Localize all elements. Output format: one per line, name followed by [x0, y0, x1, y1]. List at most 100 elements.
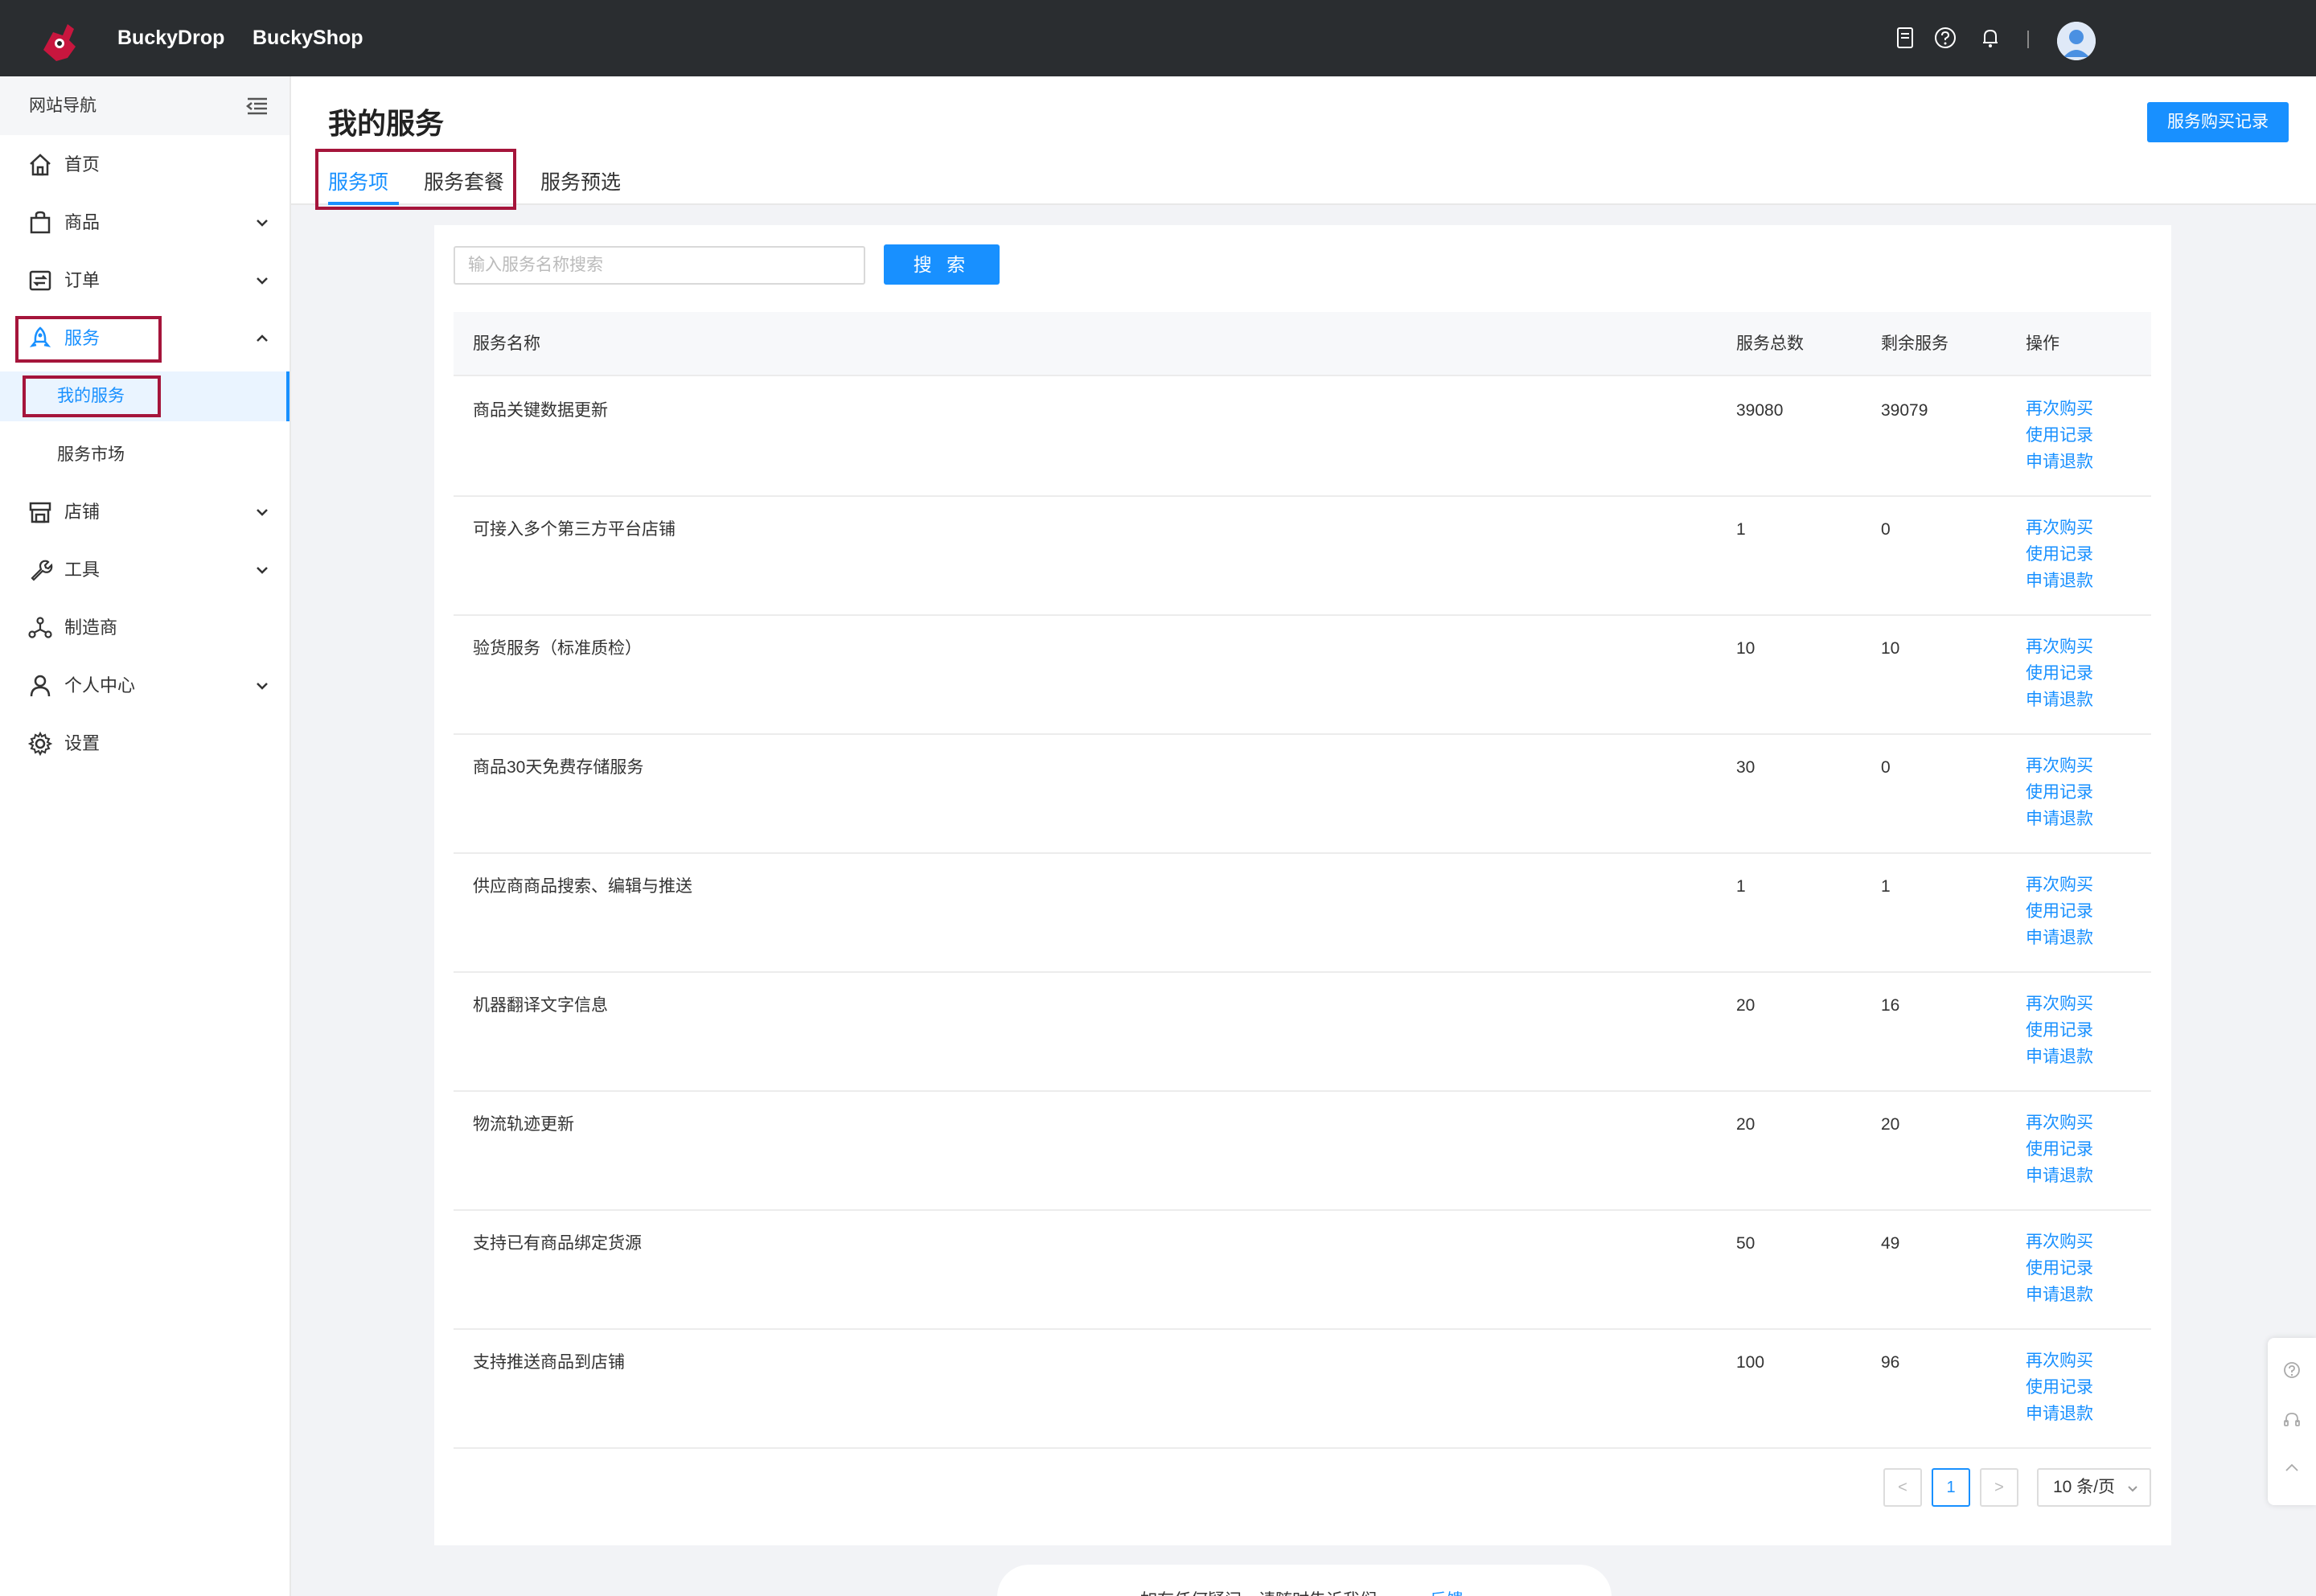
sidebar-item-tools[interactable]: 工具: [0, 541, 290, 599]
store-icon: [29, 502, 51, 523]
headset-icon[interactable]: [2282, 1410, 2302, 1430]
table-row: 验货服务（标准质检） 10 10 再次购买 使用记录 申请退款: [454, 616, 2151, 735]
rebuy-link[interactable]: 再次购买: [2026, 1348, 2093, 1374]
rebuy-link[interactable]: 再次购买: [2026, 1110, 2093, 1136]
page-1-button[interactable]: 1: [1932, 1468, 1970, 1507]
service-total: 30: [1736, 758, 1755, 777]
sidebar-item-profile[interactable]: 个人中心: [0, 657, 290, 715]
service-remaining: 16: [1881, 996, 1900, 1015]
search-button[interactable]: 搜 索: [884, 244, 1000, 285]
sidebar-item-label: 店铺: [64, 502, 101, 522]
tab-service-preselect[interactable]: 服务预选: [540, 166, 621, 199]
usage-record-link[interactable]: 使用记录: [2026, 1136, 2093, 1163]
table-row: 支持推送商品到店铺 100 96 再次购买 使用记录 申请退款: [454, 1330, 2151, 1449]
service-total: 50: [1736, 1234, 1755, 1253]
brand-buckydrop-link[interactable]: BuckyDrop: [117, 0, 224, 76]
prev-page-button[interactable]: <: [1883, 1468, 1922, 1507]
pagination: < 1 > 10 条/页: [434, 1468, 2171, 1507]
service-total: 20: [1736, 1115, 1755, 1134]
rebuy-link[interactable]: 再次购买: [2026, 396, 2093, 422]
row-actions: 再次购买 使用记录 申请退款: [2026, 753, 2093, 832]
chevron-down-icon: [257, 683, 268, 690]
usage-record-link[interactable]: 使用记录: [2026, 660, 2093, 687]
next-page-button[interactable]: >: [1980, 1468, 2018, 1507]
service-name: 商品30天免费存储服务: [473, 758, 644, 777]
service-remaining: 1: [1881, 877, 1891, 896]
sidebar-item-manufacturer[interactable]: 制造商: [0, 599, 290, 657]
rebuy-link[interactable]: 再次购买: [2026, 872, 2093, 898]
service-name: 供应商商品搜索、编辑与推送: [473, 877, 692, 896]
refund-link[interactable]: 申请退款: [2026, 1401, 2093, 1427]
feedback-bar: 如有任何疑问，请随时告诉我们 反馈: [997, 1565, 1612, 1596]
refund-link[interactable]: 申请退款: [2026, 925, 2093, 951]
refund-link[interactable]: 申请退款: [2026, 1163, 2093, 1189]
service-remaining: 96: [1881, 1353, 1900, 1372]
service-name: 商品关键数据更新: [473, 401, 608, 420]
rebuy-link[interactable]: 再次购买: [2026, 515, 2093, 541]
sidebar-item-home[interactable]: 首页: [0, 136, 290, 194]
service-search-input[interactable]: [454, 246, 865, 285]
chevron-up-icon[interactable]: [2282, 1459, 2302, 1478]
highlight-box-services: [15, 316, 162, 363]
column-header: 服务名称: [473, 334, 540, 353]
usage-record-link[interactable]: 使用记录: [2026, 1374, 2093, 1401]
wrench-icon: [31, 560, 53, 581]
service-remaining: 0: [1881, 520, 1891, 539]
help-icon[interactable]: [1933, 26, 1957, 50]
user-avatar[interactable]: [2057, 22, 2096, 60]
table-row: 机器翻译文字信息 20 16 再次购买 使用记录 申请退款: [454, 973, 2151, 1092]
bag-icon: [30, 211, 51, 234]
page-header: 我的服务 服务购买记录 服务项 服务套餐 服务预选: [291, 76, 2316, 210]
sidebar-item-orders[interactable]: 订单: [0, 252, 290, 310]
service-total: 1: [1736, 520, 1746, 539]
sidebar-header-label: 网站导航: [29, 96, 96, 115]
row-actions: 再次购买 使用记录 申请退款: [2026, 1348, 2093, 1427]
page-size-select[interactable]: 10 条/页: [2037, 1468, 2151, 1507]
rebuy-link[interactable]: 再次购买: [2026, 991, 2093, 1017]
sidebar-item-store[interactable]: 店铺: [0, 483, 290, 541]
service-total: 100: [1736, 1353, 1765, 1372]
help-icon[interactable]: [2282, 1360, 2302, 1380]
service-name: 支持推送商品到店铺: [473, 1353, 625, 1372]
service-total: 39080: [1736, 401, 1784, 420]
table-row: 物流轨迹更新 20 20 再次购买 使用记录 申请退款: [454, 1092, 2151, 1211]
sidebar-subitem-label: 服务市场: [57, 445, 125, 464]
refund-link[interactable]: 申请退款: [2026, 449, 2093, 475]
usage-record-link[interactable]: 使用记录: [2026, 779, 2093, 806]
usage-record-link[interactable]: 使用记录: [2026, 541, 2093, 568]
document-icon[interactable]: [1893, 26, 1917, 50]
service-remaining: 0: [1881, 758, 1891, 777]
table-row: 可接入多个第三方平台店铺 1 0 再次购买 使用记录 申请退款: [454, 497, 2151, 616]
usage-record-link[interactable]: 使用记录: [2026, 1017, 2093, 1044]
sidebar-item-settings[interactable]: 设置: [0, 715, 290, 773]
chevron-down-icon: [257, 567, 268, 574]
usage-record-link[interactable]: 使用记录: [2026, 1255, 2093, 1282]
usage-record-link[interactable]: 使用记录: [2026, 422, 2093, 449]
refund-link[interactable]: 申请退款: [2026, 806, 2093, 832]
table-row: 商品30天免费存储服务 30 0 再次购买 使用记录 申请退款: [454, 735, 2151, 854]
service-purchase-record-button[interactable]: 服务购买记录: [2147, 102, 2289, 142]
home-icon: [30, 154, 51, 176]
rebuy-link[interactable]: 再次购买: [2026, 1229, 2093, 1255]
row-actions: 再次购买 使用记录 申请退款: [2026, 1110, 2093, 1189]
usage-record-link[interactable]: 使用记录: [2026, 898, 2093, 925]
feedback-link[interactable]: 反馈: [1430, 1587, 1464, 1596]
sidebar-item-label: 设置: [64, 733, 101, 753]
sidebar: 网站导航 首页 商品 订单 服务 我的服务 服务市场 店铺 工具 制造商 个人中…: [0, 76, 291, 1596]
refund-link[interactable]: 申请退款: [2026, 1282, 2093, 1308]
page-size-value: 10 条/页: [2053, 1478, 2116, 1496]
collapse-menu-icon[interactable]: [244, 94, 270, 118]
chevron-down-icon: [2128, 1486, 2137, 1492]
refund-link[interactable]: 申请退款: [2026, 1044, 2093, 1070]
bell-icon[interactable]: [1978, 26, 2002, 50]
rebuy-link[interactable]: 再次购买: [2026, 634, 2093, 660]
row-actions: 再次购买 使用记录 申请退款: [2026, 991, 2093, 1070]
rebuy-link[interactable]: 再次购买: [2026, 753, 2093, 779]
refund-link[interactable]: 申请退款: [2026, 687, 2093, 713]
refund-link[interactable]: 申请退款: [2026, 568, 2093, 594]
sidebar-item-products[interactable]: 商品: [0, 194, 290, 252]
brand-buckyshop-link[interactable]: BuckyShop: [253, 0, 363, 76]
bucky-logo-icon[interactable]: [35, 18, 80, 66]
sidebar-subitem-service-market[interactable]: 服务市场: [0, 430, 290, 480]
network-icon: [28, 617, 52, 638]
